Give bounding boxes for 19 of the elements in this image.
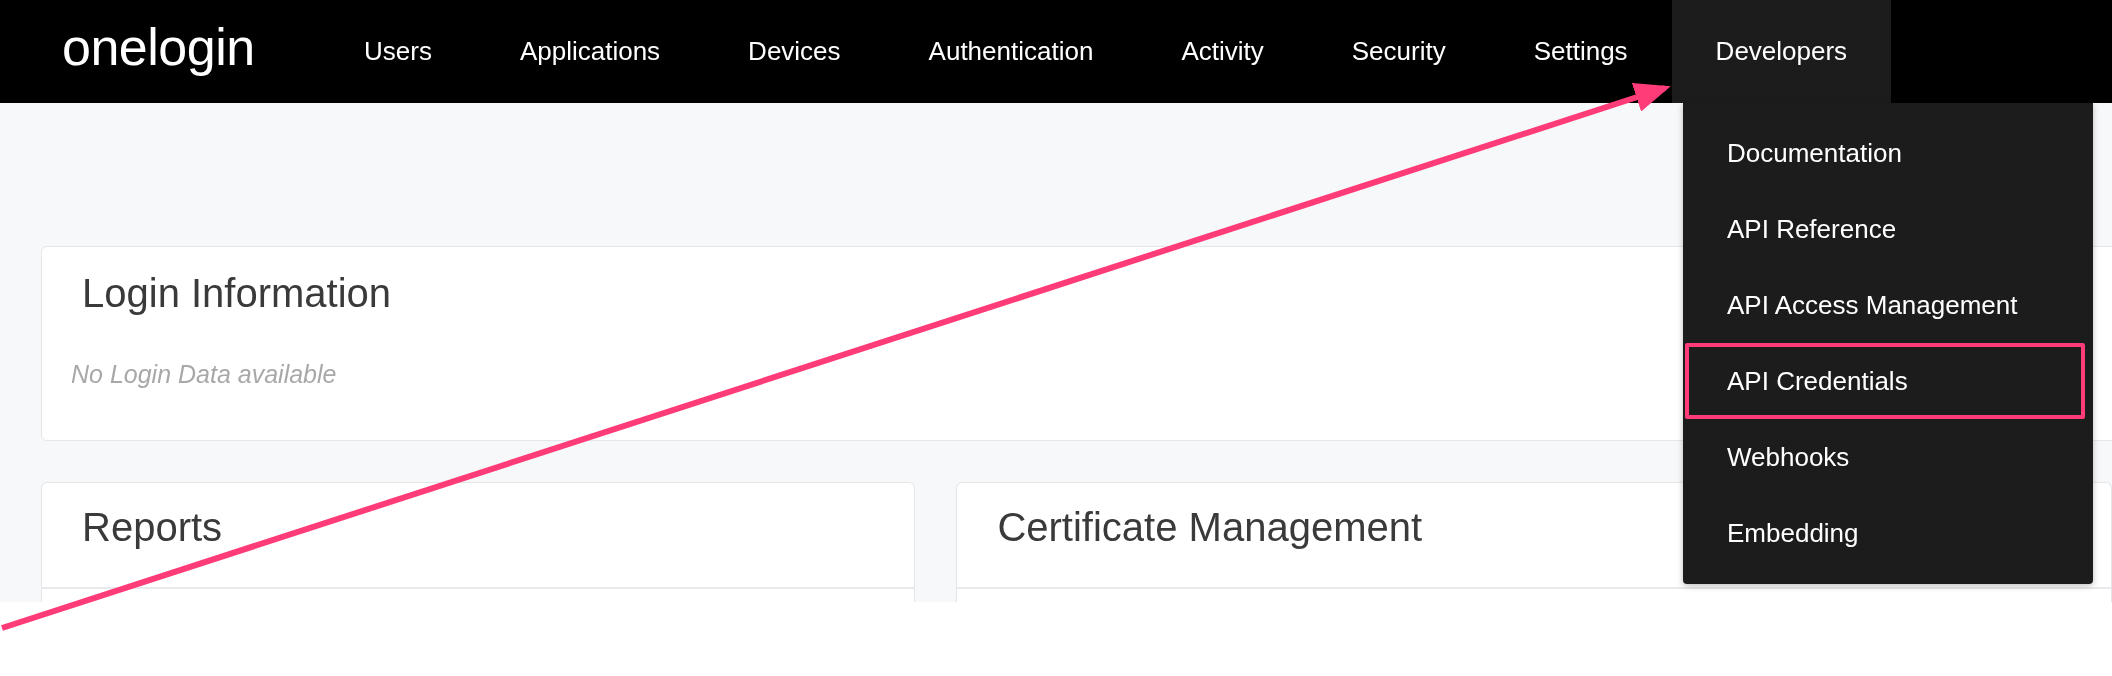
menu-item[interactable]: Webhooks — [1685, 419, 2085, 495]
menu-item[interactable]: API Reference — [1685, 191, 2085, 267]
logo: onelogin — [61, 16, 256, 78]
nav-tab[interactable]: Applications — [475, 0, 705, 103]
nav-tab[interactable]: Activity — [1137, 0, 1308, 103]
nav-tab[interactable]: Security — [1307, 0, 1490, 103]
card-title: Login Information — [82, 271, 392, 316]
menu-item[interactable]: Documentation — [1685, 115, 2085, 191]
empty-message: No Login Data available — [71, 360, 337, 389]
nav-tab[interactable]: Developers — [1671, 0, 1892, 103]
card-title: Reports — [82, 505, 223, 550]
menu-item[interactable]: API Access Management — [1685, 267, 2085, 343]
card-title: Certificate Management — [997, 505, 1423, 550]
nav-tab[interactable]: Devices — [704, 0, 885, 103]
nav-tab[interactable]: Settings — [1489, 0, 1672, 103]
menu-item[interactable]: Embedding — [1685, 495, 2085, 571]
menu-item[interactable]: API Credentials — [1685, 343, 2085, 419]
nav-tab[interactable]: Users — [320, 0, 476, 103]
nav-tab[interactable]: Authentication — [884, 0, 1138, 103]
